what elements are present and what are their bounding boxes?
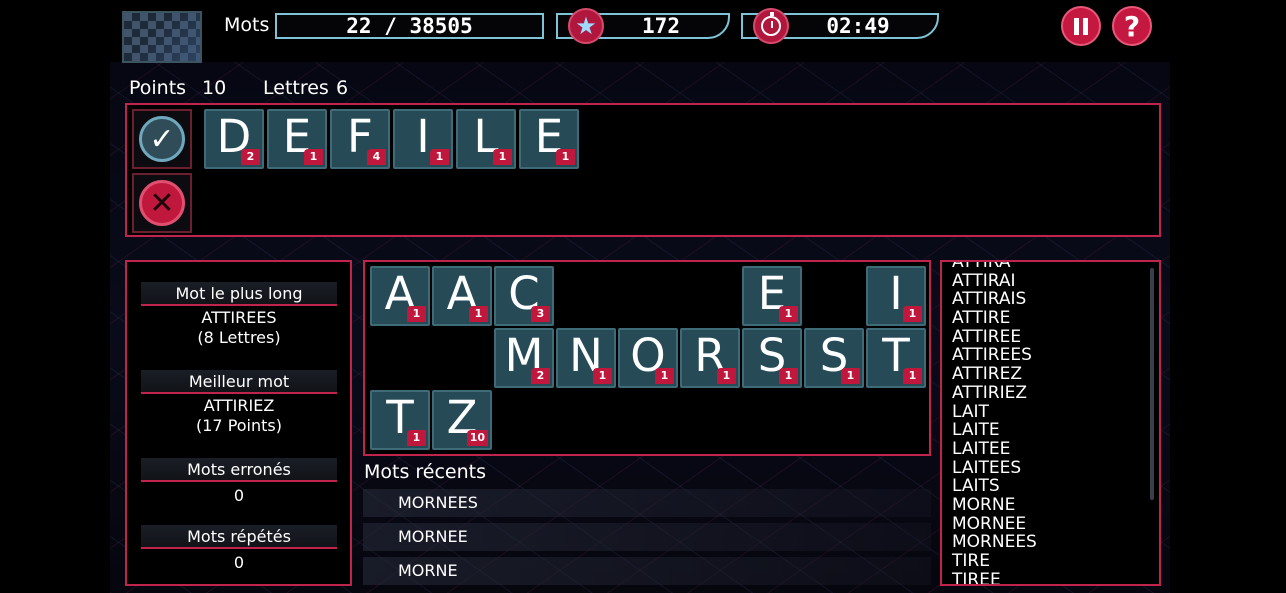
star-icon: ★ [568,8,604,44]
word-list-item: ATTIRAIS [952,289,1027,310]
validate-button[interactable]: ✓ [132,109,192,169]
tile-points-badge: 1 [841,368,860,384]
tile-points-badge: 1 [903,368,922,384]
found-words-list[interactable]: ATTIRA ATTIRAI ATTIRAIS ATTIRE ATTIREE ATTIRE… [940,260,1161,586]
longest-word-detail: (8 Lettres) [197,328,281,347]
longest-word-heading: Mot le plus long [141,282,337,306]
pause-button[interactable] [1061,6,1101,46]
tile-points-badge: 1 [304,149,323,165]
tile-points-badge: 2 [531,368,550,384]
tile-points-badge: 10 [466,430,488,446]
word-list-item: LAITE [952,420,1000,441]
word-list-item: ATTIRIEZ [952,382,1028,403]
letter-tile[interactable]: Z 10 [432,390,492,450]
word-tile[interactable]: F4 [330,109,390,169]
wrong-words-value: 0 [233,486,245,505]
word-list-item: TIRE [952,551,990,571]
letter-tile[interactable]: E1 [742,266,802,326]
tile-points-badge: 1 [407,430,426,446]
recent-word-row: MORNEES [363,489,931,517]
word-list-item: ATTIREE [952,326,1022,347]
repeated-words-heading: Mots répétés [141,525,337,549]
letter-tile[interactable]: A1 [432,266,492,326]
tile-points-badge: 1 [903,306,922,322]
tile-points-badge: 1 [717,368,736,384]
tile-points-badge: 3 [531,306,550,322]
word-list-item: LAITEE [952,438,1011,459]
tile-points-badge: 4 [367,149,386,165]
pause-icon [1072,17,1090,35]
letter-tile[interactable]: C3 [494,266,554,326]
word-list-item: LAITEES [952,457,1022,478]
word-list-item: MORNEES [952,532,1037,553]
word-list-item: LAIT [952,401,989,422]
tile-points-badge: 1 [469,306,488,322]
letter-tile[interactable]: S1 [804,328,864,388]
points-label: Points [129,77,187,99]
word-list-item: MORNE [952,494,1016,515]
letter-tile[interactable]: O1 [618,328,678,388]
stats-panel: Mot le plus long ATTIREES (8 Lettres) Me… [125,260,352,586]
word-list-item: ATTIRA [952,260,1011,272]
clear-button[interactable]: ✕ [132,173,192,233]
current-word-panel: ✓ ✕ D2E1F4I1L1E1 [125,103,1161,237]
points-value: 10 [202,77,227,99]
close-icon: ✕ [139,180,185,226]
word-list-item: ATTIRAI [952,270,1016,291]
word-list-item: ATTIRE [952,308,1011,329]
best-word-value: ATTIRIEZ [203,396,275,415]
checkmark-icon: ✓ [139,116,185,162]
best-word-heading: Meilleur mot [141,370,337,394]
recent-word-row: MORNE [363,557,931,585]
letter-tile[interactable]: T1 [866,328,926,388]
longest-word-value: ATTIREES [201,308,277,327]
tile-points-badge: 2 [241,149,260,165]
lettres-label: Lettres [263,77,329,99]
help-button[interactable]: ? [1112,6,1152,46]
letter-tile[interactable]: I1 [866,266,926,326]
best-word-detail: (17 Points) [196,416,282,435]
word-list-item: ATTIREES [952,345,1032,366]
letter-tile[interactable]: S1 [742,328,802,388]
word-tile[interactable]: D2 [204,109,264,169]
list-scrollbar[interactable] [1150,268,1154,500]
recent-words-title: Mots récents [364,461,487,483]
tile-points-badge: 1 [593,368,612,384]
game-logo [122,11,202,63]
tile-points-badge: 1 [655,368,674,384]
wrong-words-heading: Mots erronés [141,458,337,482]
repeated-words-value: 0 [233,553,245,572]
word-tile[interactable]: E1 [267,109,327,169]
tile-points-badge: 1 [779,306,798,322]
letter-tile[interactable]: T1 [370,390,430,450]
stopwatch-icon [753,8,789,44]
word-tile[interactable]: E1 [519,109,579,169]
letter-tile[interactable]: A1 [370,266,430,326]
lettres-value: 6 [336,77,349,99]
words-found-counter: 22 / 38505 [275,13,544,39]
tile-points-badge: 1 [556,149,575,165]
tile-points-badge: 1 [430,149,449,165]
word-list-item: MORNEE [952,513,1027,534]
word-tile[interactable]: L1 [456,109,516,169]
word-list-item: ATTIREZ [952,364,1022,385]
recent-word-row: MORNEE [363,523,931,551]
letter-tile[interactable]: N1 [556,328,616,388]
question-mark-icon: ? [1123,9,1141,43]
word-list-item: LAITS [952,476,1000,497]
word-list-item: TIREE [952,569,1001,586]
letter-tile[interactable]: R1 [680,328,740,388]
letter-rack: A 1 A 1 C 3 E 1 I 1 M 2 N 1 O 1 R 1 S 1 S 1 T 1 T 1 Z 10 [363,260,931,456]
tile-points-badge: 1 [407,306,426,322]
tile-points-badge: 1 [779,368,798,384]
tile-points-badge: 1 [493,149,512,165]
letter-tile[interactable]: M2 [494,328,554,388]
mots-label: Mots [224,14,270,36]
word-tile[interactable]: I1 [393,109,453,169]
